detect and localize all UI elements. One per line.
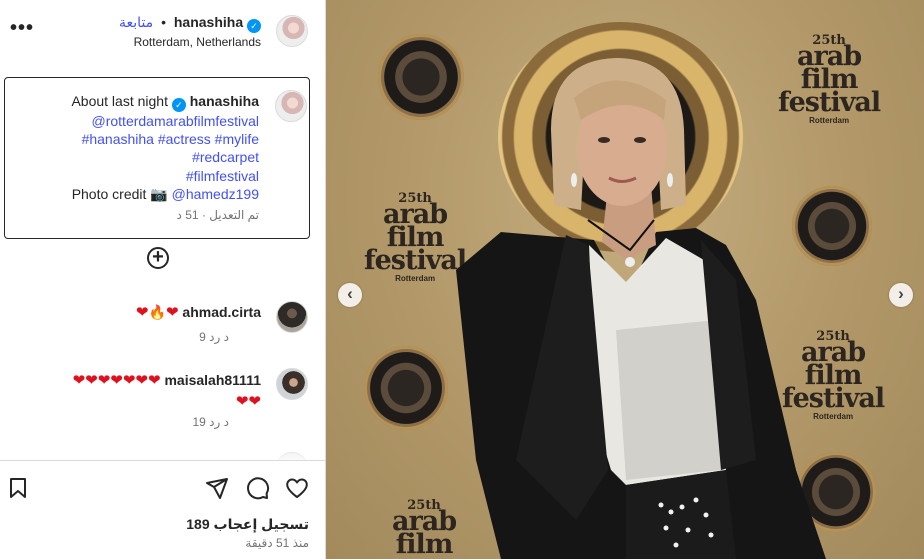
credit-mention-link[interactable]: @hamedz199 — [172, 186, 259, 202]
location-link[interactable]: Rotterdam, Netherlands — [134, 35, 261, 49]
hashtag-redcarpet[interactable]: #redcarpet — [19, 148, 259, 166]
action-bar: 189 تسجيل إعجاب منذ 51 دقيقة — [0, 460, 325, 559]
caption-meta: تم التعديل · 51 د — [176, 208, 260, 222]
person-figure — [456, 58, 826, 559]
hashtag-links[interactable]: #hanashiha #actress #mylife — [19, 130, 259, 148]
comment-meta: 9 د رد — [199, 330, 229, 344]
fire-emoji: 🔥 — [148, 304, 166, 320]
comment-meta: 19 د رد — [192, 415, 229, 429]
post-photo[interactable]: 25th arab film festival Rotterdam 25th a… — [326, 0, 924, 559]
more-options-icon[interactable]: ••• — [10, 18, 34, 38]
commenter-avatar[interactable] — [276, 301, 308, 333]
hashtag-filmfestival[interactable]: #filmfestival — [19, 167, 259, 185]
comment: ❤🔥❤ ahmad.cirta — [136, 303, 261, 321]
follow-button[interactable]: متابعة — [119, 14, 153, 30]
heart-emoji: ❤ — [135, 304, 149, 321]
load-more-comments-icon[interactable]: + — [147, 247, 169, 269]
photo-credit-label: Photo credit 📷 — [71, 185, 168, 202]
post-side-panel: ••• متابعة • hanashiha ✓ Rotterdam, Neth… — [0, 0, 326, 559]
post-header: متابعة • hanashiha ✓ — [119, 14, 261, 33]
separator-dot: • — [161, 14, 166, 30]
post-time: منذ 51 دقيقة — [245, 536, 309, 550]
comment-username[interactable]: maisalah81111 — [164, 372, 261, 388]
comment-username[interactable]: ahmad.cirta — [182, 304, 261, 320]
commenter-avatar[interactable] — [276, 368, 308, 400]
comment-icon[interactable] — [246, 476, 270, 500]
caption-box: About last night ✓ hanashiha @rotterdama… — [4, 77, 310, 239]
caption-line1: About last night — [71, 93, 168, 109]
next-photo-button[interactable]: › — [889, 283, 913, 307]
header-username[interactable]: hanashiha — [174, 14, 243, 30]
likes-count[interactable]: 189 تسجيل إعجاب — [186, 516, 309, 533]
comment: ❤❤❤❤❤❤❤ maisalah81111 ❤❤ — [17, 370, 261, 412]
verified-icon: ✓ — [247, 19, 261, 33]
previous-photo-button[interactable]: ‹ — [338, 283, 362, 307]
caption-text: About last night ✓ hanashiha @rotterdama… — [19, 92, 259, 203]
caption-username[interactable]: hanashiha — [190, 93, 259, 109]
heart-emoji: ❤ — [165, 304, 179, 321]
mention-link[interactable]: @rotterdamarabfilmfestival — [19, 112, 260, 130]
share-icon[interactable] — [205, 476, 229, 500]
heart-emoji: ❤❤ — [235, 393, 261, 410]
caption-avatar[interactable] — [275, 90, 307, 122]
heart-emoji: ❤❤❤❤❤❤❤ — [72, 372, 161, 389]
like-heart-icon[interactable] — [285, 476, 309, 500]
bookmark-icon[interactable] — [6, 476, 30, 500]
avatar[interactable] — [276, 15, 308, 47]
verified-icon: ✓ — [171, 98, 186, 112]
